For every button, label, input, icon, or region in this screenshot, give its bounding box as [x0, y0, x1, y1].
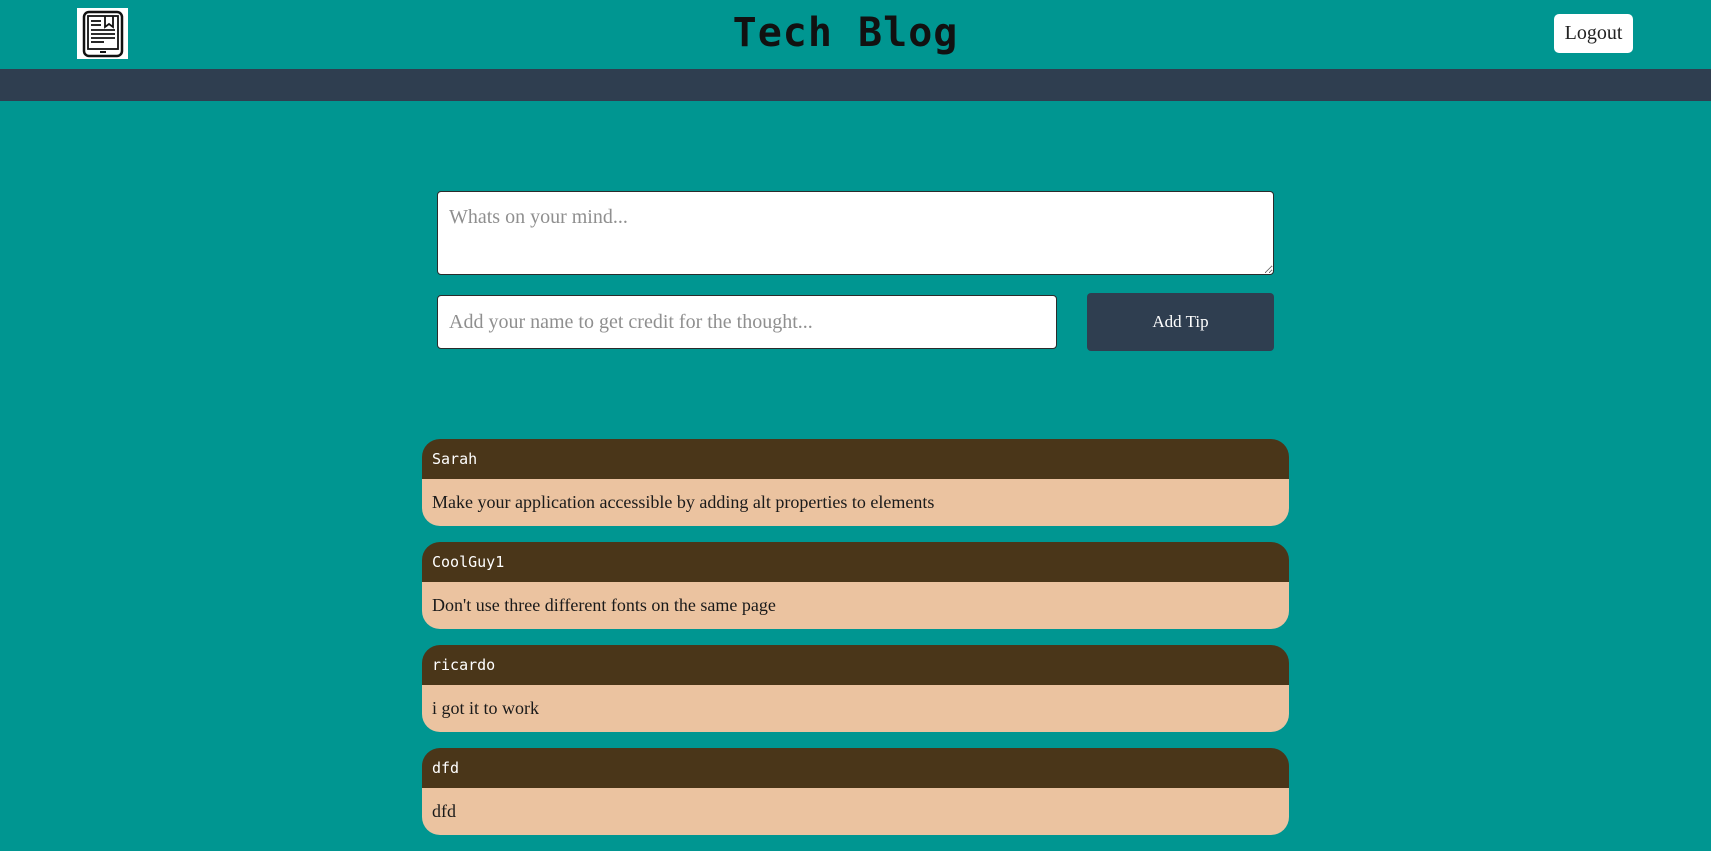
nav-bar [0, 69, 1711, 101]
tip-author: CoolGuy1 [422, 542, 1289, 582]
tip-card: ricardo i got it to work [422, 645, 1289, 732]
thought-input[interactable] [437, 191, 1274, 275]
add-tip-button[interactable]: Add Tip [1087, 293, 1274, 351]
tip-author: dfd [422, 748, 1289, 788]
tip-text: Make your application accessible by addi… [422, 479, 1289, 526]
tip-text: dfd [422, 788, 1289, 835]
tip-author: ricardo [422, 645, 1289, 685]
tip-text: Don't use three different fonts on the s… [422, 582, 1289, 629]
tip-text: i got it to work [422, 685, 1289, 732]
tip-author: Sarah [422, 439, 1289, 479]
tip-card: dfd dfd [422, 748, 1289, 835]
site-title: Tech Blog [732, 10, 959, 56]
tip-card: CoolGuy1 Don't use three different fonts… [422, 542, 1289, 629]
tip-list: Sarah Make your application accessible b… [422, 439, 1289, 851]
site-header: Tech Blog Logout [0, 0, 1711, 69]
logout-button[interactable]: Logout [1554, 14, 1633, 53]
name-input[interactable] [437, 295, 1057, 349]
tip-card: Sarah Make your application accessible b… [422, 439, 1289, 526]
